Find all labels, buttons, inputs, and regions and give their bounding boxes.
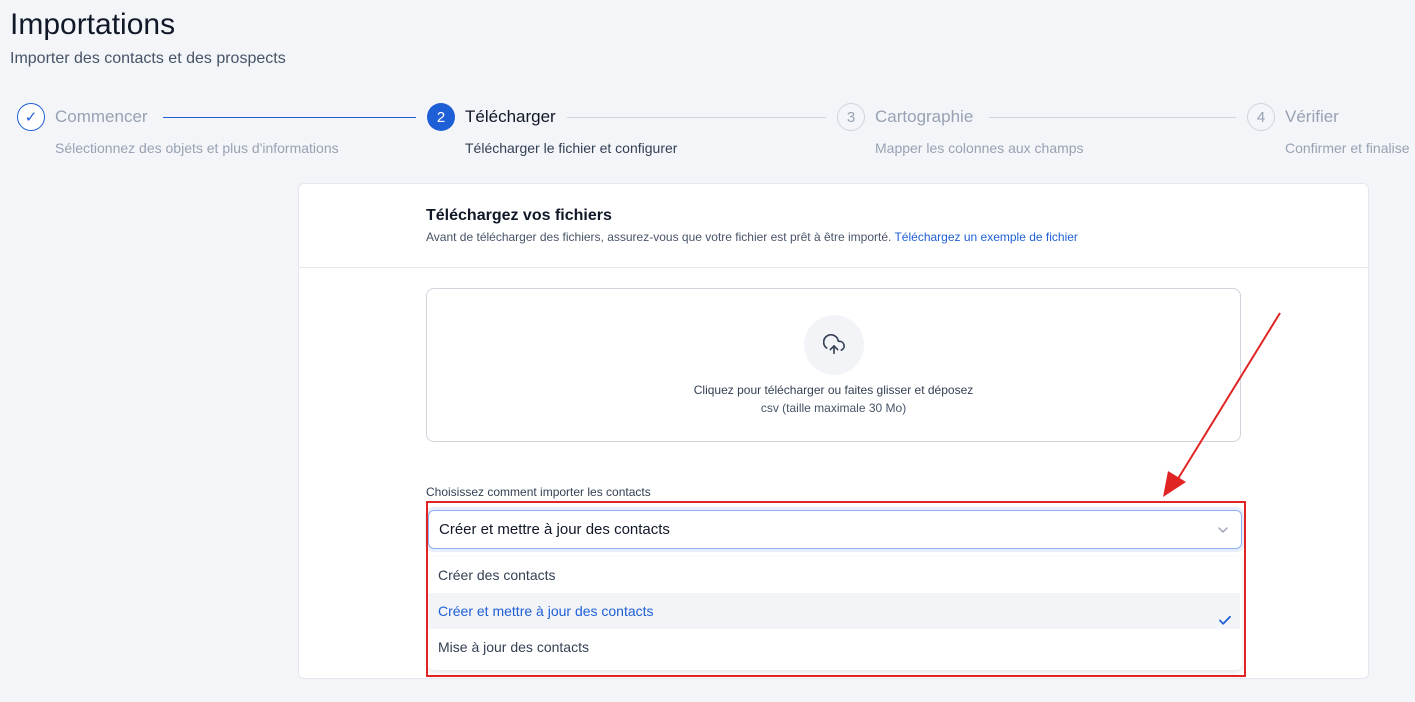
file-dropzone[interactable]: Cliquez pour télécharger ou faites gliss… [426, 288, 1241, 442]
dropzone-text: Cliquez pour télécharger ou faites gliss… [693, 383, 974, 397]
page-title: Importations [10, 8, 176, 41]
step-2-number: 2 [427, 103, 455, 131]
step-4-label: Vérifier [1285, 107, 1339, 126]
step-4-number: 4 [1247, 103, 1275, 131]
chevron-down-icon[interactable] [1217, 523, 1229, 541]
import-mode-selected-value: Créer et mettre à jour des contacts [439, 521, 670, 538]
import-mode-dropdown: Créer des contacts Créer et mettre à jou… [428, 557, 1242, 670]
upload-card-subtitle: Avant de télécharger des fichiers, assur… [426, 230, 1078, 244]
card-divider [299, 267, 1368, 268]
dropdown-option-update[interactable]: Mise à jour des contacts [428, 629, 1240, 665]
step-connector-3 [989, 117, 1236, 118]
step-2-label: Télécharger [465, 107, 556, 126]
page-subtitle: Importer des contacts et des prospects [10, 50, 286, 67]
cloud-upload-icon [804, 315, 864, 375]
upload-card: Téléchargez vos fichiers Avant de téléch… [298, 183, 1369, 679]
dropdown-option-label: Créer et mettre à jour des contacts [438, 603, 654, 619]
step-connector-2 [567, 117, 826, 118]
step-3-number: 3 [837, 103, 865, 131]
upload-card-title: Téléchargez vos fichiers [426, 207, 612, 224]
import-mode-select[interactable]: Créer et mettre à jour des contacts [428, 510, 1242, 549]
step-3-label: Cartographie [875, 107, 974, 126]
step-1-description: Sélectionnez des objets et plus d'inform… [55, 140, 339, 156]
step-4-description: Confirmer et finalise [1285, 140, 1410, 156]
sample-file-link[interactable]: Téléchargez un exemple de fichier [894, 230, 1077, 244]
dropdown-option-create-update[interactable]: Créer et mettre à jour des contacts [428, 593, 1240, 629]
upload-instructions: Avant de télécharger des fichiers, assur… [426, 230, 892, 244]
step-1-check-icon[interactable]: ✓ [17, 103, 45, 131]
step-3-description: Mapper les colonnes aux champs [875, 140, 1084, 156]
import-mode-label: Choisissez comment importer les contacts [426, 485, 651, 499]
dropdown-option-create[interactable]: Créer des contacts [428, 557, 1240, 593]
step-connector-1 [163, 117, 416, 118]
step-2-description: Télécharger le fichier et configurer [465, 140, 678, 156]
dropzone-hint: csv (taille maximale 30 Mo) [760, 401, 907, 415]
step-1-label[interactable]: Commencer [55, 107, 148, 127]
